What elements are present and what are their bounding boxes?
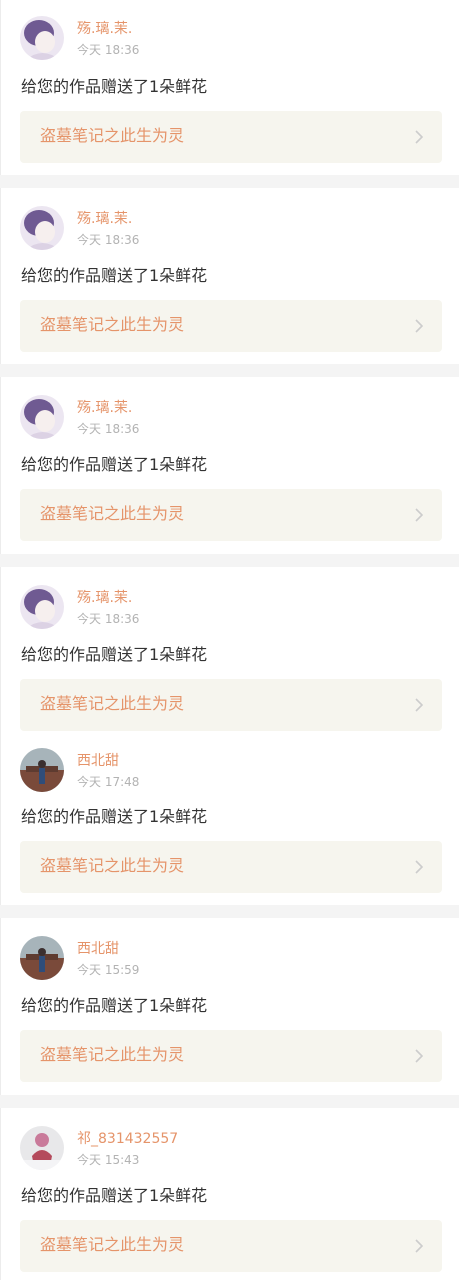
timestamp: 今天 15:43 — [77, 1153, 140, 1167]
notification-item: 殇.璃.茉. 今天 18:36 给您的作品赠送了1朵鲜花 盗墓笔记之此生为灵 — [0, 567, 459, 742]
avatar-outdoor-photo-icon[interactable] — [20, 748, 64, 792]
avatar-purple-hair-icon[interactable] — [20, 395, 64, 439]
work-link-card[interactable]: 盗墓笔记之此生为灵 — [20, 841, 442, 893]
notification-item: 殇.璃.茉. 今天 18:36 给您的作品赠送了1朵鲜花 盗墓笔记之此生为灵 — [0, 188, 459, 364]
notification-item: 西北甜 今天 17:48 给您的作品赠送了1朵鲜花 盗墓笔记之此生为灵 — [0, 742, 459, 905]
gift-notification-feed: 殇.璃.茉. 今天 18:36 给您的作品赠送了1朵鲜花 盗墓笔记之此生为灵 殇… — [0, 0, 459, 1280]
avatar-purple-hair-icon[interactable] — [20, 206, 64, 250]
chevron-right-icon — [415, 1049, 424, 1063]
gift-message: 给您的作品赠送了1朵鲜花 — [21, 996, 208, 1015]
chevron-right-icon — [415, 319, 424, 333]
work-link-card[interactable]: 盗墓笔记之此生为灵 — [20, 679, 442, 731]
notification-item: 殇.璃.茉. 今天 18:36 给您的作品赠送了1朵鲜花 盗墓笔记之此生为灵 — [0, 0, 459, 175]
notification-item: 西北甜 今天 15:59 给您的作品赠送了1朵鲜花 盗墓笔记之此生为灵 — [0, 918, 459, 1095]
username[interactable]: 殇.璃.茉. — [77, 20, 132, 38]
username[interactable]: 西北甜 — [77, 752, 119, 770]
work-link-card[interactable]: 盗墓笔记之此生为灵 — [20, 489, 442, 541]
gift-message: 给您的作品赠送了1朵鲜花 — [21, 266, 208, 285]
notification-item: 祁_831432557 今天 15:43 给您的作品赠送了1朵鲜花 盗墓笔记之此… — [0, 1108, 459, 1280]
work-title: 盗墓笔记之此生为灵 — [40, 856, 185, 875]
avatar-outdoor-photo-icon[interactable] — [20, 936, 64, 980]
timestamp: 今天 18:36 — [77, 43, 140, 57]
work-title: 盗墓笔记之此生为灵 — [40, 126, 185, 145]
chevron-right-icon — [415, 860, 424, 874]
username[interactable]: 祁_831432557 — [77, 1130, 178, 1148]
chevron-right-icon — [415, 698, 424, 712]
work-link-card[interactable]: 盗墓笔记之此生为灵 — [20, 111, 442, 163]
gift-message: 给您的作品赠送了1朵鲜花 — [21, 455, 208, 474]
work-title: 盗墓笔记之此生为灵 — [40, 504, 185, 523]
gift-message: 给您的作品赠送了1朵鲜花 — [21, 1186, 208, 1205]
avatar-snow-scene-icon[interactable] — [20, 1126, 64, 1170]
username[interactable]: 殇.璃.茉. — [77, 399, 132, 417]
timestamp: 今天 18:36 — [77, 612, 140, 626]
timestamp: 今天 18:36 — [77, 233, 140, 247]
work-title: 盗墓笔记之此生为灵 — [40, 694, 185, 713]
work-title: 盗墓笔记之此生为灵 — [40, 1235, 185, 1254]
username[interactable]: 西北甜 — [77, 940, 119, 958]
chevron-right-icon — [415, 130, 424, 144]
avatar-purple-hair-icon[interactable] — [20, 585, 64, 629]
work-title: 盗墓笔记之此生为灵 — [40, 315, 185, 334]
timestamp: 今天 15:59 — [77, 963, 140, 977]
chevron-right-icon — [415, 1239, 424, 1253]
avatar-purple-hair-icon[interactable] — [20, 16, 64, 60]
timestamp: 今天 17:48 — [77, 775, 140, 789]
username[interactable]: 殇.璃.茉. — [77, 210, 132, 228]
notification-item: 殇.璃.茉. 今天 18:36 给您的作品赠送了1朵鲜花 盗墓笔记之此生为灵 — [0, 377, 459, 554]
gift-message: 给您的作品赠送了1朵鲜花 — [21, 77, 208, 96]
gift-message: 给您的作品赠送了1朵鲜花 — [21, 807, 208, 826]
work-link-card[interactable]: 盗墓笔记之此生为灵 — [20, 1030, 442, 1082]
gift-message: 给您的作品赠送了1朵鲜花 — [21, 645, 208, 664]
username[interactable]: 殇.璃.茉. — [77, 589, 132, 607]
work-link-card[interactable]: 盗墓笔记之此生为灵 — [20, 300, 442, 352]
chevron-right-icon — [415, 508, 424, 522]
timestamp: 今天 18:36 — [77, 422, 140, 436]
work-title: 盗墓笔记之此生为灵 — [40, 1045, 185, 1064]
work-link-card[interactable]: 盗墓笔记之此生为灵 — [20, 1220, 442, 1272]
